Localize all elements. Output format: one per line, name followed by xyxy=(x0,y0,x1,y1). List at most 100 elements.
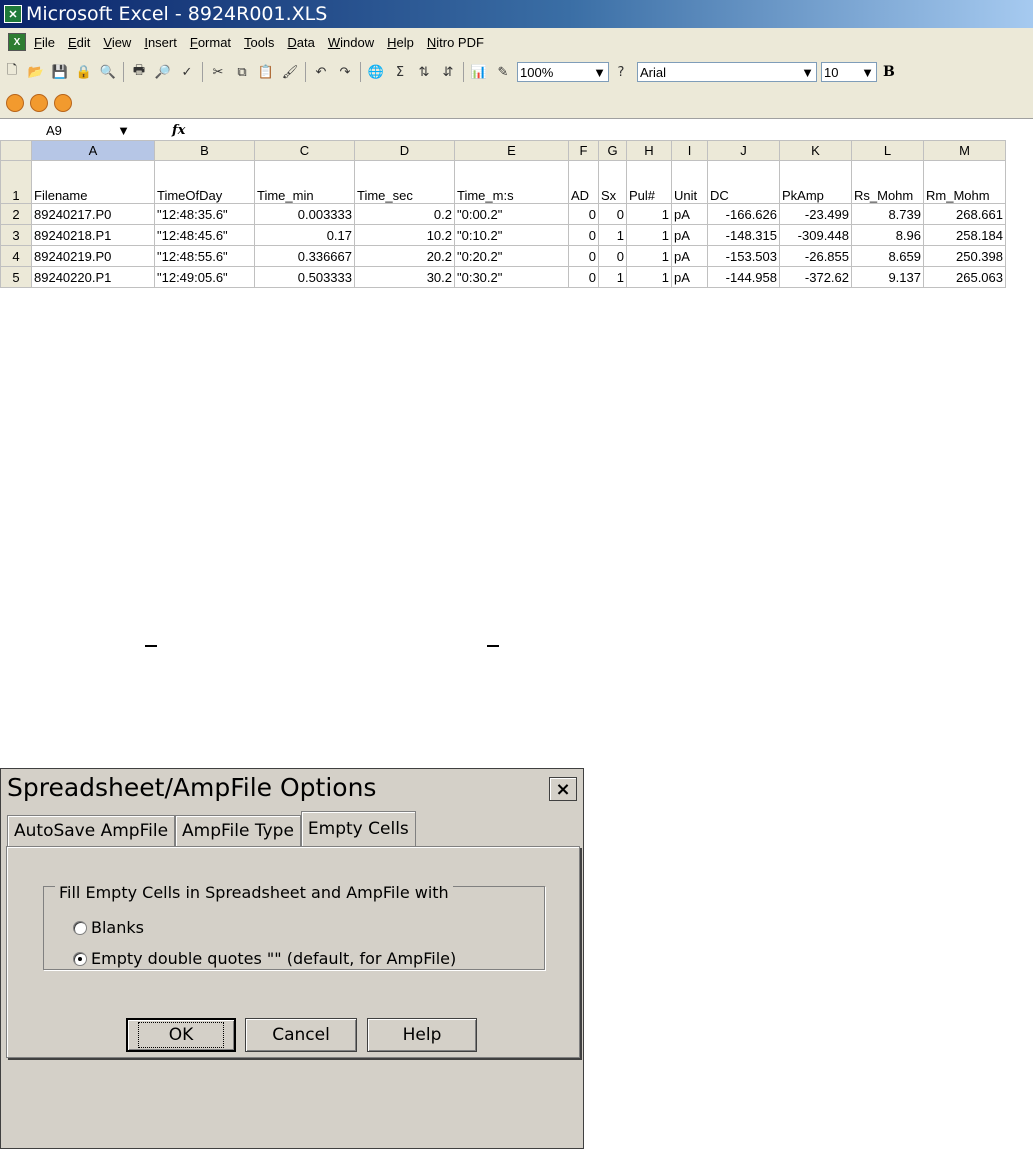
close-button[interactable]: × xyxy=(549,777,577,801)
cell[interactable]: 0 xyxy=(568,203,599,225)
cell[interactable]: 89240219.P0 xyxy=(31,245,155,267)
cell[interactable]: Pul# xyxy=(626,160,672,204)
cell[interactable]: 0.003333 xyxy=(254,203,355,225)
menu-data[interactable]: Data xyxy=(287,35,314,50)
column-header[interactable]: G xyxy=(598,140,627,161)
cell[interactable]: pA xyxy=(671,245,708,267)
menu-view[interactable]: View xyxy=(103,35,131,50)
cell[interactable]: 268.661 xyxy=(923,203,1006,225)
cell[interactable]: Time_min xyxy=(254,160,355,204)
radio-empty-quotes[interactable]: Empty double quotes "" (default, for Amp… xyxy=(73,949,456,968)
cell[interactable]: Time_sec xyxy=(354,160,455,204)
radio-blanks[interactable]: Blanks xyxy=(73,918,144,937)
select-all-corner[interactable] xyxy=(0,140,32,161)
menu-edit[interactable]: Edit xyxy=(68,35,90,50)
cell[interactable]: "0:10.2" xyxy=(454,224,569,246)
menu-insert[interactable]: Insert xyxy=(144,35,177,50)
row-header[interactable]: 4 xyxy=(0,245,32,267)
font-size-select[interactable]: 10 ▼ xyxy=(821,62,877,82)
cell[interactable]: "12:48:45.6" xyxy=(154,224,255,246)
cell[interactable]: "0:00.2" xyxy=(454,203,569,225)
column-header[interactable]: J xyxy=(707,140,780,161)
cell[interactable]: 0 xyxy=(598,203,627,225)
cell[interactable]: 0 xyxy=(568,266,599,288)
cell[interactable]: pA xyxy=(671,203,708,225)
cell[interactable]: -309.448 xyxy=(779,224,852,246)
cell[interactable]: 0.336667 xyxy=(254,245,355,267)
font-select[interactable]: Arial ▼ xyxy=(637,62,817,82)
cell[interactable]: TimeOfDay xyxy=(154,160,255,204)
cut-icon[interactable]: ✂ xyxy=(208,62,228,82)
new-icon[interactable]: 🗋 xyxy=(2,62,22,82)
sort-descending-icon[interactable]: ⇵ xyxy=(438,62,458,82)
addin-icon[interactable] xyxy=(30,94,48,112)
cell[interactable]: 250.398 xyxy=(923,245,1006,267)
fx-icon[interactable]: fx xyxy=(172,123,185,138)
cell[interactable]: 0 xyxy=(568,224,599,246)
cell[interactable]: PkAmp xyxy=(779,160,852,204)
cell[interactable]: 0.17 xyxy=(254,224,355,246)
column-header[interactable]: C xyxy=(254,140,355,161)
column-header[interactable]: D xyxy=(354,140,455,161)
cancel-button[interactable]: Cancel xyxy=(245,1018,357,1052)
cell[interactable]: DC xyxy=(707,160,780,204)
research-icon[interactable]: 🔍 xyxy=(98,62,118,82)
cell[interactable]: 258.184 xyxy=(923,224,1006,246)
column-header[interactable]: K xyxy=(779,140,852,161)
cell[interactable]: -153.503 xyxy=(707,245,780,267)
zoom-select[interactable]: 100% ▼ xyxy=(517,62,609,82)
cell[interactable]: pA xyxy=(671,224,708,246)
menu-file[interactable]: File xyxy=(34,35,55,50)
help-icon[interactable]: ? xyxy=(611,62,631,82)
cell[interactable]: Time_m:s xyxy=(454,160,569,204)
row-header[interactable]: 1 xyxy=(0,160,32,204)
cell[interactable]: 30.2 xyxy=(354,266,455,288)
column-header[interactable]: A xyxy=(31,140,155,161)
redo-icon[interactable]: ↷ xyxy=(335,62,355,82)
cell[interactable]: "0:30.2" xyxy=(454,266,569,288)
column-header[interactable]: E xyxy=(454,140,569,161)
undo-icon[interactable]: ↶ xyxy=(311,62,331,82)
cell[interactable]: 0.2 xyxy=(354,203,455,225)
cell[interactable]: 89240217.P0 xyxy=(31,203,155,225)
menu-tools[interactable]: Tools xyxy=(244,35,274,50)
row-header[interactable]: 2 xyxy=(0,203,32,225)
cell[interactable]: pA xyxy=(671,266,708,288)
cell[interactable]: "12:48:35.6" xyxy=(154,203,255,225)
cell[interactable]: "12:49:05.6" xyxy=(154,266,255,288)
permission-icon[interactable]: 🔒 xyxy=(74,62,94,82)
cell[interactable]: -148.315 xyxy=(707,224,780,246)
column-header[interactable]: B xyxy=(154,140,255,161)
column-header[interactable]: H xyxy=(626,140,672,161)
cell[interactable]: 89240218.P1 xyxy=(31,224,155,246)
menu-help[interactable]: Help xyxy=(387,35,414,50)
sort-ascending-icon[interactable]: ⇅ xyxy=(414,62,434,82)
cell[interactable]: -372.62 xyxy=(779,266,852,288)
cell[interactable]: Rs_Mohm xyxy=(851,160,924,204)
cell[interactable]: -166.626 xyxy=(707,203,780,225)
cell[interactable]: Rm_Mohm xyxy=(923,160,1006,204)
cell[interactable]: 0 xyxy=(568,245,599,267)
tab-empty-cells[interactable]: Empty Cells xyxy=(300,811,416,846)
cell[interactable]: 265.063 xyxy=(923,266,1006,288)
cell[interactable]: 1 xyxy=(598,266,627,288)
cell[interactable]: Sx xyxy=(598,160,627,204)
cell[interactable]: 8.96 xyxy=(851,224,924,246)
print-icon[interactable]: 🖶 xyxy=(129,62,149,82)
save-icon[interactable]: 💾 xyxy=(50,62,70,82)
cell[interactable]: 8.739 xyxy=(851,203,924,225)
cell[interactable]: 1 xyxy=(598,224,627,246)
addin-icon[interactable] xyxy=(54,94,72,112)
spelling-icon[interactable]: ✓ xyxy=(177,62,197,82)
cell[interactable]: 0.503333 xyxy=(254,266,355,288)
column-header[interactable]: M xyxy=(923,140,1006,161)
cell[interactable]: Filename xyxy=(31,160,155,204)
autosum-icon[interactable]: Σ xyxy=(390,62,410,82)
cell[interactable]: 89240220.P1 xyxy=(31,266,155,288)
cell[interactable]: 1 xyxy=(626,224,672,246)
cell[interactable]: -26.855 xyxy=(779,245,852,267)
open-icon[interactable]: 📂 xyxy=(26,62,46,82)
tab-autosave-ampfile[interactable]: AutoSave AmpFile xyxy=(7,815,176,846)
cell[interactable]: AD xyxy=(568,160,599,204)
cell[interactable]: 1 xyxy=(626,203,672,225)
